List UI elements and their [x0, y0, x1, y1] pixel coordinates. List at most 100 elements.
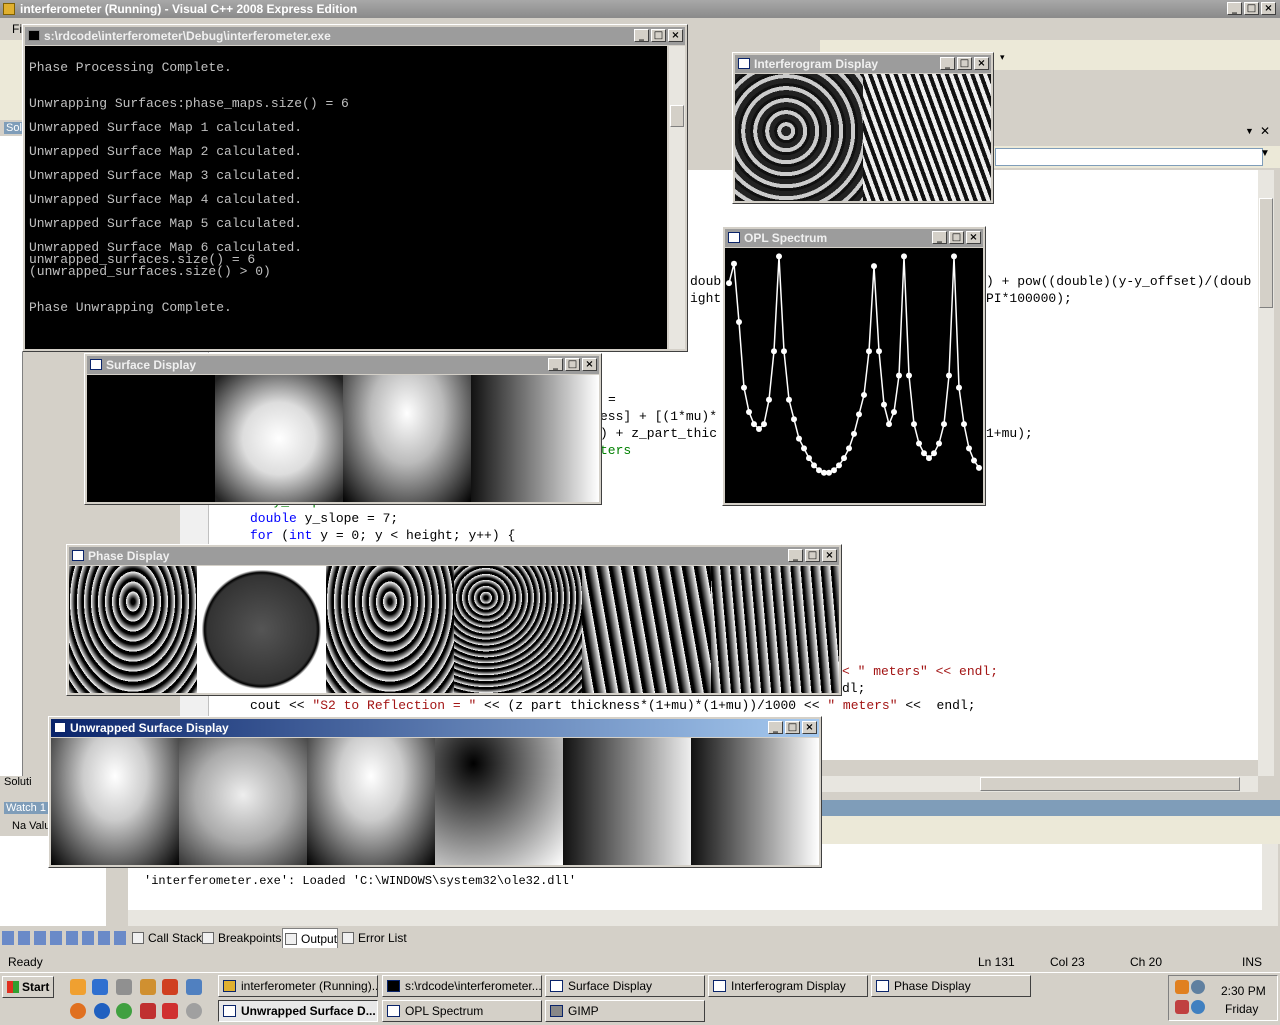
taskbar-button-phase[interactable]: Phase Display — [871, 975, 1031, 997]
surface-title-bar[interactable]: Surface Display _ □ × — [87, 356, 599, 374]
quicklaunch-chrome-icon[interactable] — [116, 1003, 132, 1019]
taskbar-button-interferogram[interactable]: Interferogram Display — [708, 975, 868, 997]
tray-icon-1[interactable] — [1175, 980, 1189, 994]
taskbar-button-surface[interactable]: Surface Display — [545, 975, 705, 997]
opl-data-point — [751, 421, 757, 428]
quicklaunch-vc-icon[interactable] — [140, 1003, 156, 1019]
code-fragment-a2: ight — [690, 291, 722, 306]
member-dropdown[interactable] — [995, 148, 1263, 166]
call-stack-icon — [132, 932, 144, 944]
quicklaunch-firefox-icon[interactable] — [70, 1003, 86, 1019]
close-button[interactable]: × — [582, 358, 597, 371]
quicklaunch-ie-icon[interactable] — [92, 979, 108, 995]
output-vertical-scrollbar[interactable] — [1262, 844, 1278, 926]
quicklaunch-globe-icon[interactable] — [186, 979, 202, 995]
phase-title-bar[interactable]: Phase Display _ □ × — [69, 547, 839, 565]
opl-title-bar[interactable]: OPL Spectrum _ □ × — [725, 229, 983, 247]
console-title-bar[interactable]: s:\rdcode\interferometer\Debug\interfero… — [25, 27, 685, 45]
quicklaunch-gimp-icon[interactable] — [162, 979, 178, 995]
window-icon — [738, 58, 750, 69]
tray-icon-4[interactable] — [1191, 1000, 1205, 1014]
opl-data-point — [811, 462, 817, 469]
output-horizontal-scrollbar[interactable] — [128, 910, 1262, 926]
close-button[interactable]: × — [822, 549, 837, 562]
unwrapped-window[interactable]: Unwrapped Surface Display _ □ × — [48, 716, 822, 868]
maximize-button[interactable]: □ — [949, 231, 964, 244]
window-icon — [550, 980, 563, 992]
interferogram-title-bar[interactable]: Interferogram Display _ □ × — [735, 55, 991, 73]
minimize-button[interactable]: _ — [1227, 2, 1242, 15]
tab-call-stack[interactable]: Call Stack — [130, 928, 202, 948]
close-button[interactable]: × — [668, 29, 683, 42]
maximize-button[interactable]: □ — [785, 721, 800, 734]
pane-close-icon[interactable]: ✕ — [1260, 124, 1270, 138]
minimize-button[interactable]: _ — [940, 57, 955, 70]
close-button[interactable]: × — [974, 57, 989, 70]
watch-label[interactable]: Watch 1 — [4, 802, 48, 814]
quicklaunch-mail-icon[interactable] — [116, 979, 132, 995]
hscroll-thumb[interactable] — [980, 777, 1240, 791]
maximize-button[interactable]: □ — [805, 549, 820, 562]
keyword-double: double — [250, 511, 297, 526]
console-scrollbar[interactable] — [669, 46, 685, 349]
minimize-button[interactable]: _ — [768, 721, 783, 734]
watch-columns: Na Valu — [12, 820, 51, 832]
maximize-button[interactable]: □ — [565, 358, 580, 371]
solution-explorer-panel — [0, 136, 23, 776]
opl-data-point — [851, 430, 857, 437]
unwrapped-title-bar[interactable]: Unwrapped Surface Display _ □ × — [51, 719, 819, 737]
taskbar-button-ide[interactable]: interferometer (Running)... — [218, 975, 378, 997]
chevron-down-icon[interactable]: ▼ — [1257, 148, 1273, 166]
scrollbar-thumb[interactable] — [1259, 198, 1273, 308]
surface-window[interactable]: Surface Display _ □ × — [84, 353, 602, 505]
maximize-button[interactable]: □ — [651, 29, 666, 42]
tray-icon-3[interactable] — [1175, 1000, 1189, 1014]
tab-label: Call Stack — [148, 931, 203, 945]
taskbar-button-unwrapped[interactable]: Unwrapped Surface D... — [218, 1000, 378, 1022]
gimp-icon — [550, 1005, 563, 1017]
status-ready: Ready — [8, 955, 43, 969]
minimize-button[interactable]: _ — [634, 29, 649, 42]
clock-time[interactable]: 2:30 PM — [1221, 984, 1266, 998]
quicklaunch-user-icon[interactable] — [186, 1003, 202, 1019]
tab-breakpoints[interactable]: Breakpoints — [200, 928, 281, 948]
console-line: Unwrapped Surface Map 3 calculated. — [29, 168, 303, 183]
console-window[interactable]: s:\rdcode\interferometer\Debug\interfero… — [22, 24, 688, 352]
quicklaunch-gmail-icon[interactable] — [162, 1003, 178, 1019]
maximize-button[interactable]: □ — [957, 57, 972, 70]
code-line-double: double y_slope = 7; — [250, 511, 398, 526]
close-button[interactable]: × — [802, 721, 817, 734]
opl-spectrum-window[interactable]: OPL Spectrum _ □ × — [722, 226, 986, 506]
phase-window[interactable]: Phase Display _ □ × — [66, 544, 842, 696]
start-button[interactable]: Start — [2, 976, 54, 998]
console-scroll-thumb[interactable] — [670, 105, 684, 127]
quicklaunch-ie2-icon[interactable] — [94, 1003, 110, 1019]
solution-tab[interactable]: Soluti — [4, 776, 32, 788]
interferogram-window[interactable]: Interferogram Display _ □ × — [732, 52, 994, 204]
phase-panel-3 — [325, 566, 454, 693]
close-button[interactable]: × — [1261, 2, 1276, 15]
quicklaunch-clock-icon[interactable] — [70, 979, 86, 995]
console-line: Unwrapped Surface Map 4 calculated. — [29, 192, 303, 207]
tray-icon-2[interactable] — [1191, 980, 1205, 994]
minimize-button[interactable]: _ — [932, 231, 947, 244]
tab-output[interactable]: Output — [282, 928, 338, 948]
code-cout-line: cout << "S2 to Reflection = " << (z part… — [250, 698, 976, 713]
status-column: Col 23 — [1050, 955, 1085, 969]
tab-error-list[interactable]: Error List — [340, 928, 407, 948]
minimize-button[interactable]: _ — [788, 549, 803, 562]
close-button[interactable]: × — [966, 231, 981, 244]
taskbar-button-gimp[interactable]: GIMP — [545, 1000, 705, 1022]
console-line: Unwrapped Surface Map 2 calculated. — [29, 144, 303, 159]
taskbar-button-console[interactable]: s:\rdcode\interferometer... — [382, 975, 542, 997]
quicklaunch-tool-icon[interactable] — [140, 979, 156, 995]
tab-label: Breakpoints — [218, 931, 282, 945]
minimize-button[interactable]: _ — [548, 358, 563, 371]
console-output[interactable]: Phase Processing Complete. Unwrapping Su… — [25, 46, 667, 349]
opl-data-point — [741, 384, 747, 391]
dropdown-chevron-icon[interactable]: ▾ — [1000, 52, 1014, 66]
taskbar-button-opl[interactable]: OPL Spectrum — [382, 1000, 542, 1022]
pane-dropdown-icon[interactable]: ▼ — [1245, 126, 1254, 136]
maximize-button[interactable]: □ — [1244, 2, 1259, 15]
console-line: Phase Unwrapping Complete. — [29, 300, 232, 315]
